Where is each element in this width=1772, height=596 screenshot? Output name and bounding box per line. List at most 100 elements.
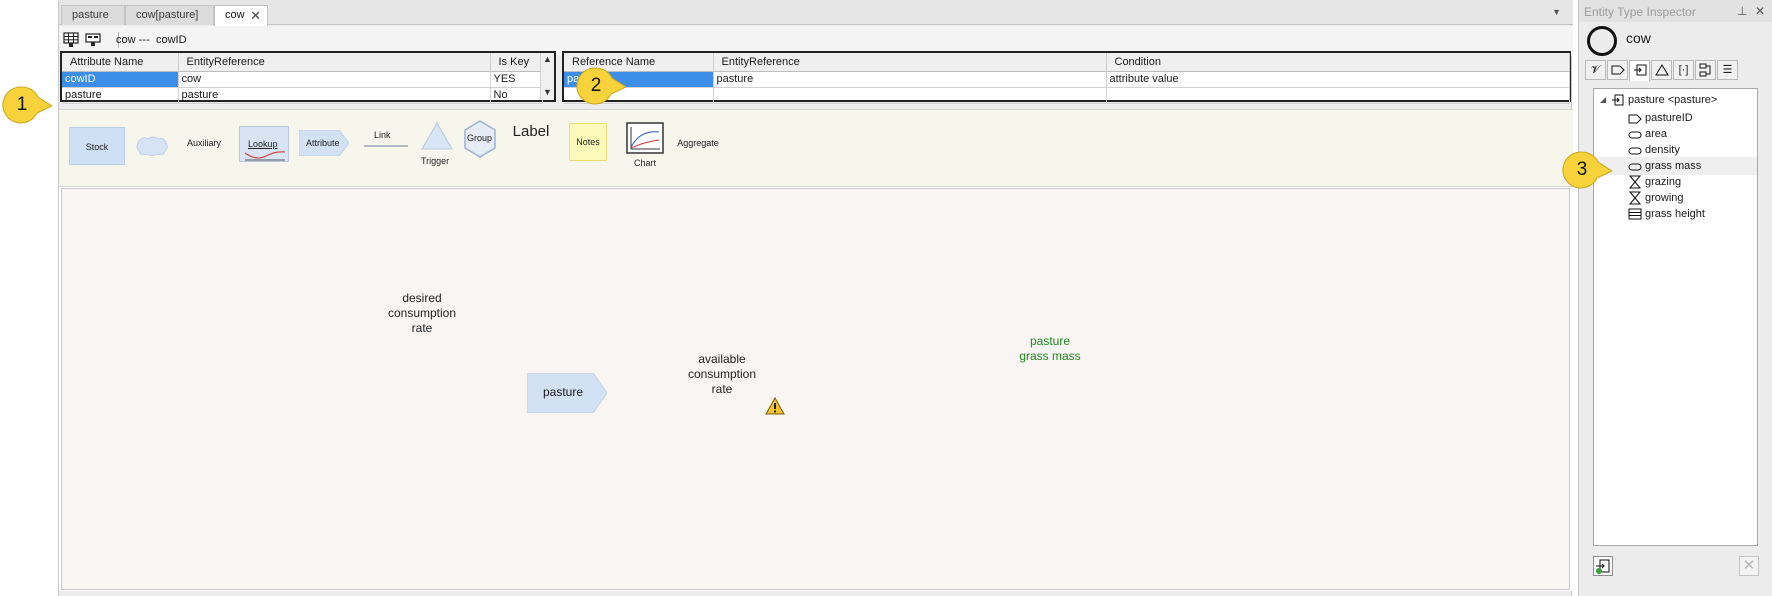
palette-label: Link [374, 130, 391, 140]
tree-node-pasture[interactable]: ◢ pasture <pasture> [1594, 91, 1757, 109]
palette-stock[interactable]: Stock [69, 127, 125, 165]
node-label-line: grass mass [1019, 349, 1081, 363]
tab-label: cow[pasture] [136, 9, 199, 21]
palette-label: Trigger [421, 156, 450, 166]
palette-label: Chart [634, 158, 657, 168]
element-palette: Stock Auxiliary Lookup Attribute Link Tr… [59, 109, 1573, 187]
tree-item-grass-height[interactable]: grass height [1594, 205, 1757, 223]
grid-view-icon[interactable] [63, 32, 81, 48]
tab-menu-icon[interactable]: ▼ [1552, 7, 1561, 17]
inspector-tabs: 𝓥 [·] ☰ [1579, 58, 1772, 81]
diagram-surface[interactable]: desired consumption rate available consu… [61, 188, 1570, 590]
entity-icon [1587, 26, 1617, 56]
entity-reference-cell[interactable]: cow [178, 71, 491, 88]
palette-lookup[interactable]: Lookup [239, 126, 289, 162]
tab-attributes-icon[interactable] [1607, 60, 1628, 80]
palette-chart[interactable]: Chart [626, 122, 664, 170]
inspector-title: Entity Type Inspector ⊥ ✕ [1579, 0, 1772, 22]
node-label-line: rate [711, 382, 733, 396]
desired-consumption-rate[interactable]: desired consumption rate [377, 291, 467, 336]
callout-number: 3 [1576, 159, 1588, 180]
palette-trigger[interactable]: Trigger [419, 122, 455, 170]
attribute-name-cell[interactable]: cowID [62, 71, 179, 88]
inspector-title-text: Entity Type Inspector [1584, 5, 1696, 19]
diagram-canvas[interactable]: desired consumption rate available consu… [59, 187, 1573, 591]
pin-icon[interactable]: ⊥ [1737, 4, 1747, 18]
tab-cow-pasture[interactable]: cow[pasture] [125, 5, 214, 25]
is-key-cell[interactable]: YES [490, 71, 543, 88]
table-row[interactable] [564, 87, 1570, 104]
condition-cell[interactable] [1106, 87, 1570, 104]
tab-list-icon[interactable]: ☰ [1717, 60, 1738, 80]
add-reference-button[interactable] [1593, 556, 1613, 576]
column-header[interactable]: Attribute Name [62, 53, 179, 72]
entity-name: cow [1626, 30, 1651, 46]
entity-reference-cell[interactable]: pasture [713, 71, 1107, 88]
entity-tree: ◢ pasture <pasture> pastureID area densi… [1593, 88, 1758, 546]
delete-button[interactable]: ✕ [1739, 556, 1759, 576]
tab-cow[interactable]: cow ✕ [214, 5, 268, 26]
pasture-attribute-node[interactable]: pasture [527, 373, 607, 413]
palette-label-item[interactable]: Label [508, 123, 554, 140]
palette-label: Notes [576, 137, 600, 147]
palette-group[interactable]: Group [462, 119, 498, 159]
entity-reference-cell[interactable]: pasture [178, 87, 491, 104]
node-label-line: consumption [387, 306, 457, 320]
close-icon[interactable]: ✕ [250, 8, 261, 24]
tab-label: pasture [72, 9, 109, 21]
warning-icon[interactable] [765, 396, 785, 418]
scroll-up-icon[interactable]: ▲ [543, 54, 552, 64]
grid-header-row: Reference Name EntityReference Condition [564, 53, 1570, 72]
entity-reference-cell[interactable] [713, 87, 1107, 104]
collapse-icon[interactable]: ◢ [1600, 91, 1606, 109]
column-header[interactable]: Condition [1106, 53, 1570, 72]
table-row[interactable]: cowID cow YES [62, 71, 543, 88]
pasture-grass-mass[interactable]: pasture grass mass [1005, 334, 1095, 364]
palette-label: Group [467, 133, 493, 143]
inspector-header: cow [1579, 22, 1772, 56]
is-key-cell[interactable]: No [490, 87, 543, 104]
palette-attribute[interactable]: Attribute [299, 130, 349, 156]
close-icon[interactable]: ✕ [1755, 4, 1765, 18]
scroll-down-icon[interactable]: ▼ [543, 87, 552, 97]
grid-scrollbar[interactable]: ▲ ▼ [540, 53, 554, 100]
column-header[interactable]: EntityReference [713, 53, 1107, 72]
node-label-line: rate [411, 321, 433, 335]
palette-notes[interactable]: Notes [569, 123, 607, 161]
grid-header-row: Attribute Name EntityReference Is Key [62, 53, 543, 72]
tab-collections-icon[interactable]: [·] [1673, 60, 1694, 80]
node-label-line: consumption [687, 367, 757, 381]
callout-number: 1 [16, 94, 28, 115]
callout-3: 3 [1562, 150, 1612, 190]
node-label-line: desired [402, 291, 442, 305]
model-editor: pasture cow[pasture] cow ✕ ▼ cow --- cow… [58, 0, 1573, 596]
tab-pasture[interactable]: pasture [61, 5, 125, 25]
attribute-name-cell[interactable]: pasture [62, 87, 179, 104]
tab-triggers-icon[interactable] [1651, 60, 1672, 80]
palette-link[interactable]: Link [364, 128, 408, 148]
tree-node-label: pasture <pasture> [1628, 94, 1718, 106]
table-row[interactable]: pasture pasture No [62, 87, 543, 104]
palette-label: Attribute [306, 138, 340, 148]
tree-item-label: grass height [1645, 208, 1705, 220]
breadcrumb-entity: cow --- [116, 34, 150, 46]
tab-references-icon[interactable] [1629, 60, 1650, 81]
available-consumption-rate[interactable]: available consumption rate [677, 352, 767, 397]
form-view-icon[interactable] [85, 32, 103, 48]
condition-cell[interactable]: attribute value [1106, 71, 1570, 88]
document-tabstrip: pasture cow[pasture] cow ✕ ▼ [59, 0, 1573, 26]
palette-auxiliary[interactable]: Auxiliary [179, 138, 229, 148]
node-label: pasture [543, 385, 584, 399]
node-label-line: available [698, 352, 746, 366]
tab-variables-icon[interactable]: 𝓥 [1585, 60, 1606, 80]
table-row[interactable]: pasture pasture attribute value [564, 71, 1570, 88]
palette-aggregate[interactable]: Aggregate [673, 138, 723, 148]
tab-behaviors-icon[interactable] [1695, 60, 1716, 80]
tab-label: cow [225, 9, 245, 21]
palette-label: Stock [85, 142, 109, 152]
column-header[interactable]: EntityReference [178, 53, 491, 72]
attributes-grid: Attribute Name EntityReference Is Key co… [60, 51, 556, 104]
palette-cloud-icon[interactable] [135, 135, 169, 157]
column-header[interactable]: Is Key [490, 53, 543, 72]
references-grid: Reference Name EntityReference Condition… [562, 51, 1571, 104]
